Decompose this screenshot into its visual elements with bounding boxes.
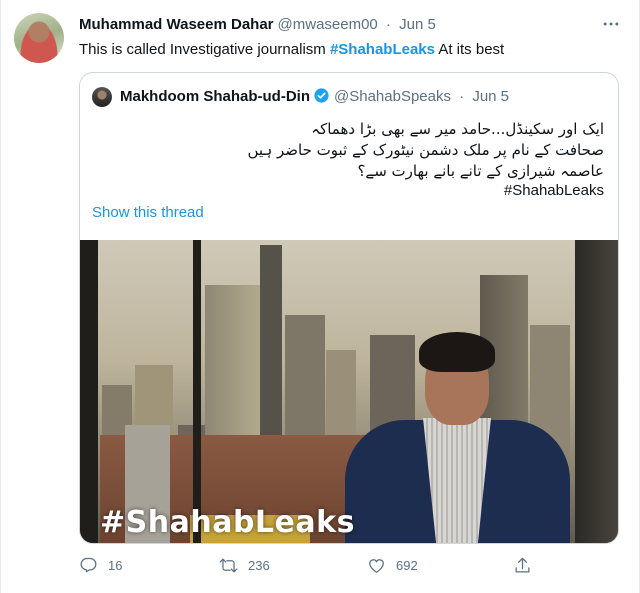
show-thread-link[interactable]: Show this thread bbox=[92, 204, 204, 221]
quoted-author-avatar[interactable] bbox=[92, 87, 112, 107]
like-button[interactable]: 692 bbox=[367, 556, 418, 575]
tweet-card[interactable]: Muhammad Waseem Dahar @mwaseem00 · Jun 5 … bbox=[0, 0, 640, 593]
hashtag-link[interactable]: #ShahabLeaks bbox=[330, 41, 435, 58]
retweet-count: 236 bbox=[248, 558, 270, 573]
quoted-tweet-header: Makhdoom Shahab-ud-Din @ShahabSpeaks · Ju… bbox=[120, 87, 509, 105]
tweet-text-before: This is called Investigative journalism bbox=[79, 41, 330, 58]
author-avatar[interactable] bbox=[14, 13, 64, 63]
media-watermark: #ShahabLeaks bbox=[100, 505, 355, 540]
retweet-icon bbox=[219, 558, 238, 573]
quoted-text-line: صحافت کے نام پر ملک دشمن نیٹورک کے ثبوت … bbox=[247, 141, 604, 159]
like-count: 692 bbox=[396, 558, 418, 573]
reply-button[interactable]: 16 bbox=[79, 556, 122, 575]
share-icon bbox=[515, 557, 530, 573]
author-name[interactable]: Muhammad Waseem Dahar bbox=[79, 16, 274, 33]
tweet-actions: 16 236 692 bbox=[79, 556, 619, 580]
tweet-text-after: At its best bbox=[435, 41, 505, 58]
person-hair bbox=[419, 332, 495, 372]
author-handle[interactable]: @mwaseem00 bbox=[278, 16, 378, 33]
quoted-text-line: عاصمہ شیرازی کے تانے بانے بھارت سے؟ bbox=[357, 162, 604, 180]
window-frame bbox=[80, 240, 98, 543]
quoted-text-line: ایک اور سکینڈل...حامد میر سے بھی بڑا دھم… bbox=[311, 120, 604, 138]
window-frame bbox=[193, 240, 201, 543]
tweet-date[interactable]: Jun 5 bbox=[399, 16, 436, 33]
quoted-tweet-date[interactable]: Jun 5 bbox=[472, 88, 509, 105]
verified-badge-icon bbox=[314, 88, 329, 103]
date-separator: · bbox=[381, 16, 396, 33]
reply-count: 16 bbox=[108, 558, 123, 573]
window-frame bbox=[575, 240, 618, 543]
quoted-date-separator: · bbox=[454, 88, 469, 105]
more-icon[interactable] bbox=[601, 14, 621, 39]
share-button[interactable] bbox=[513, 556, 542, 575]
quoted-author-name[interactable]: Makhdoom Shahab-ud-Din bbox=[120, 88, 310, 105]
reply-icon bbox=[80, 557, 97, 573]
heart-icon bbox=[369, 559, 384, 573]
quoted-author-handle[interactable]: @ShahabSpeaks bbox=[334, 88, 451, 105]
quoted-hashtag[interactable]: #ShahabLeaks bbox=[504, 182, 604, 199]
media-image[interactable]: #ShahabLeaks bbox=[80, 240, 618, 543]
retweet-button[interactable]: 236 bbox=[219, 556, 270, 575]
quoted-tweet-text: ایک اور سکینڈل...حامد میر سے بھی بڑا دھم… bbox=[104, 119, 604, 182]
tweet-text: This is called Investigative journalism … bbox=[79, 40, 504, 60]
tweet-header: Muhammad Waseem Dahar @mwaseem00 · Jun 5 bbox=[79, 16, 436, 33]
more-icon-glyph bbox=[603, 22, 619, 26]
quoted-tweet[interactable]: Makhdoom Shahab-ud-Din @ShahabSpeaks · Ju… bbox=[79, 72, 619, 544]
